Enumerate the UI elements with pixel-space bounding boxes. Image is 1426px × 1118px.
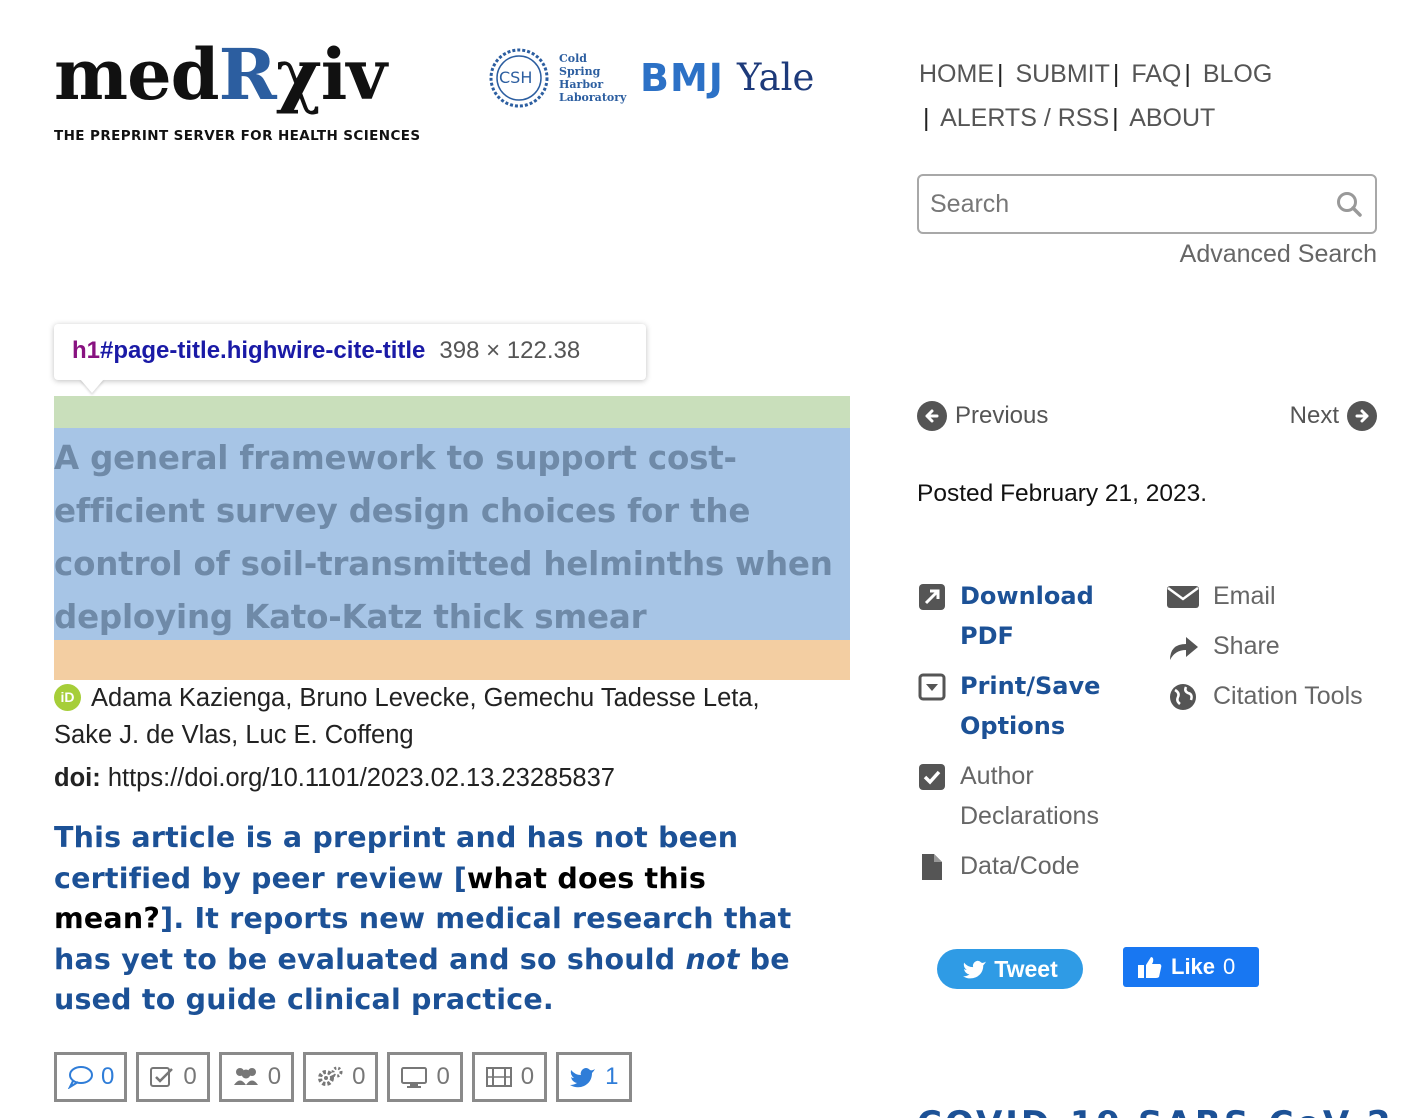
csh-text: Cold Spring Harbor Laboratory [559,52,627,104]
preprint-notice: This article is a preprint and has not b… [54,821,792,1016]
facebook-like-button[interactable]: Like 0 [1123,947,1259,987]
tweet-button[interactable]: Tweet [937,949,1083,989]
print-save-options-link[interactable]: Print/Save Options [917,666,1137,746]
blogs-metric[interactable]: 0 [387,1052,463,1102]
globe-icon [1170,684,1196,710]
share-tools: Email Share Citation Tools [1166,576,1396,726]
tweets-metric[interactable]: 1 [556,1052,632,1102]
community-metric[interactable]: 0 [218,1052,295,1102]
media-count: 0 [520,1063,535,1090]
gears-icon [318,1066,343,1086]
data-code-label: Data/Code [960,852,1080,880]
like-count: 0 [1223,954,1236,979]
posted-date: Posted February 21, 2023. [917,480,1208,507]
checklist-icon [150,1067,174,1087]
bmj-logo[interactable]: BMJ [640,56,724,100]
search-icon[interactable] [1335,190,1363,218]
email-link[interactable]: Email [1166,576,1396,616]
tweets-count: 1 [605,1063,619,1090]
automated-count: 0 [352,1063,366,1090]
doi-label: doi: [54,764,101,792]
inspector-size: 398 × 122.38 [439,337,581,364]
top-nav: HOME | SUBMIT | FAQ | BLOG | ALERTS / RSS | … [919,52,1399,140]
download-pdf-link[interactable]: Download PDF [917,576,1137,656]
arrow-left-icon [917,401,947,431]
nav-separator: | [1112,104,1119,132]
author-declarations-label: Author Declarations [960,762,1099,830]
data-code-link[interactable]: Data/Code [917,846,1137,886]
share-label: Share [1213,632,1280,660]
share-arrow-icon [1170,637,1198,660]
covid-section-heading[interactable]: COVID-19 SARS-CoV-2 [917,1104,1394,1118]
author-declarations-link[interactable]: Author Declarations [917,756,1137,836]
csh-mark: CSH [499,68,533,87]
logo-wordmark: medRχiv [54,33,387,116]
comment-icon [67,1066,93,1089]
monitor-icon [401,1067,428,1088]
advanced-search-link[interactable]: Advanced Search [1180,240,1377,269]
dropdown-box-icon [918,673,946,701]
highlight-margin-bottom [54,640,850,680]
page-title: A general framework to support cost-effi… [54,439,833,636]
inspector-selector: #page-title.highwire-cite-title [100,337,426,364]
next-label: Next [1289,402,1339,429]
metrics-bar: 0 0 0 0 0 0 1 [54,1052,641,1102]
blogs-count: 0 [436,1063,450,1090]
previous-label: Previous [955,402,1049,429]
checkbox-icon [919,764,945,790]
nav-separator: | [997,60,1004,88]
orcid-icon[interactable]: iD [54,684,81,711]
nav-about[interactable]: ABOUT [1129,104,1215,132]
doi-line: doi: https://doi.org/10.1101/2023.02.13.… [54,764,615,793]
reviews-metric[interactable]: 0 [136,1052,210,1102]
like-label: Like [1171,954,1216,979]
csh-logo[interactable]: CSH Cold Spring Harbor Laboratory [487,46,627,114]
search-input[interactable] [919,176,1319,232]
author-list[interactable]: Adama Kazienga, Bruno Levecke, Gemechu T… [54,680,824,754]
automated-metric[interactable]: 0 [303,1052,379,1102]
previous-link[interactable]: Previous [917,401,1048,431]
next-link[interactable]: Next [1290,401,1377,431]
reviews-count: 0 [183,1063,197,1090]
film-icon [485,1067,512,1087]
inspector-tooltip-arrow [80,379,104,393]
inspector-tooltip: h1#page-title.highwire-cite-title 398 × 1… [54,324,646,380]
twitter-bird-icon [963,960,987,979]
twitter-icon [570,1068,596,1088]
media-metric[interactable]: 0 [471,1052,548,1102]
nav-separator: | [1184,60,1191,88]
download-pdf-label: Download PDF [960,582,1094,650]
inspector-tag: h1 [72,337,101,364]
community-count: 0 [267,1063,282,1090]
envelope-icon [1167,586,1199,608]
share-link[interactable]: Share [1166,626,1396,666]
file-icon [922,854,942,880]
arrow-right-icon [1347,401,1377,431]
nav-home[interactable]: HOME [919,60,994,88]
comments-metric[interactable]: 0 [54,1052,128,1102]
nav-separator: | [923,104,930,132]
nav-alerts-rss[interactable]: ALERTS / RSS [940,104,1109,132]
comments-count: 0 [101,1063,115,1090]
email-label: Email [1213,582,1276,610]
article-tools: Download PDF Print/Save Options Author D… [917,576,1137,896]
nav-separator: | [1112,60,1120,88]
medrxiv-logo[interactable]: medRχiv THE PREPRINT SERVER FOR HEALTH S… [54,33,421,145]
citation-tools-link[interactable]: Citation Tools [1166,676,1396,716]
logo-tagline: THE PREPRINT SERVER FOR HEALTH SCIENCES [54,128,421,144]
thumbs-up-icon [1138,957,1162,978]
users-icon [233,1068,258,1085]
nav-blog[interactable]: BLOG [1203,60,1272,88]
tweet-label: Tweet [994,955,1058,982]
nav-submit[interactable]: SUBMIT [1015,60,1109,88]
yale-logo[interactable]: Yale [737,56,814,99]
doi-link[interactable]: https://doi.org/10.1101/2023.02.13.23285… [108,764,615,792]
print-save-options-label: Print/Save Options [960,672,1101,740]
external-link-icon [919,584,945,610]
highlight-margin-top [54,396,850,428]
search-box [917,174,1377,234]
citation-tools-label: Citation Tools [1213,682,1363,710]
nav-faq[interactable]: FAQ [1131,60,1181,88]
